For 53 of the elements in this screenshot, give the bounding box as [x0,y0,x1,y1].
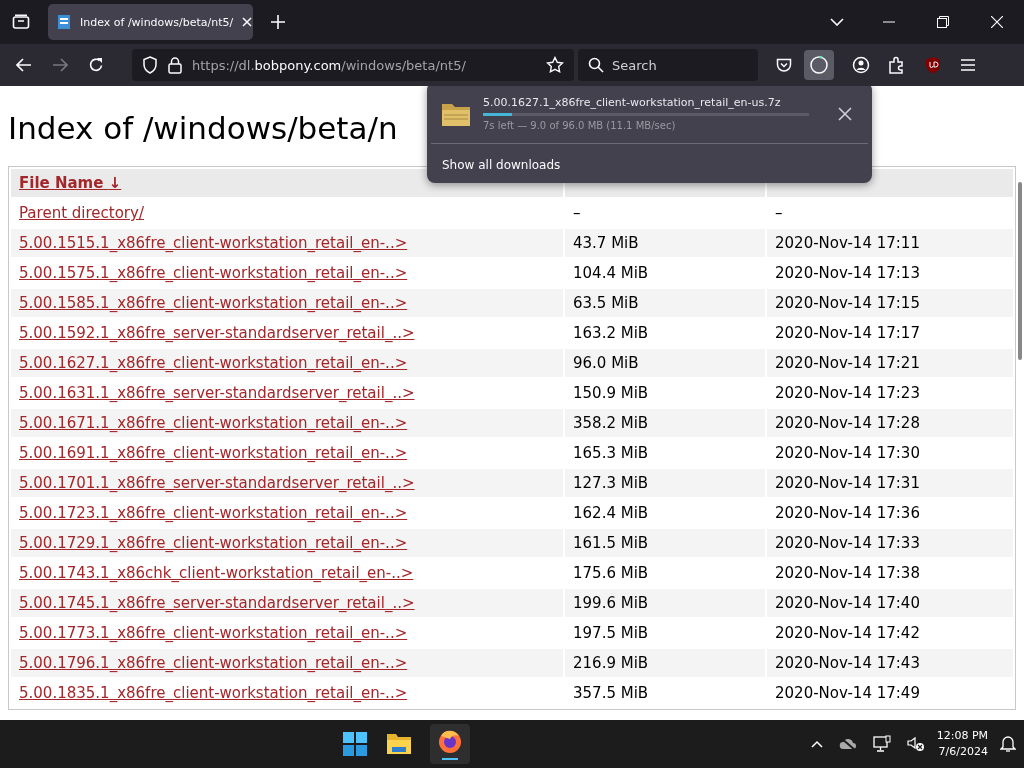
download-file-name: 5.00.1627.1_x86fre_client-workstation_retail_en-us.7z [483,96,782,109]
file-date: 2020-Nov-14 17:28 [775,414,920,432]
file-size: 104.4 MiB [573,264,649,282]
file-date: 2020-Nov-14 17:42 [775,624,920,642]
file-date: 2020-Nov-14 17:15 [775,294,920,312]
url-text: https://dl.bobpony.com/windows/beta/nt5/ [192,57,467,73]
column-header-link[interactable]: File Name ↓ [19,174,122,192]
file-size: 216.9 MiB [573,654,649,672]
address-bar[interactable]: https://dl.bobpony.com/windows/beta/nt5/ [132,49,574,81]
page-heading: Index of /windows/beta/n [8,110,398,146]
file-link[interactable]: 5.00.1592.1_x86fre_server-standardserver_retail_..> [19,324,415,342]
file-size: 161.5 MiB [573,534,649,552]
file-date: 2020-Nov-14 17:40 [775,594,920,612]
file-size: 358.2 MiB [573,414,649,432]
file-date: – [775,204,783,222]
file-size: 165.3 MiB [573,444,649,462]
file-size: 357.5 MiB [573,684,649,702]
file-link[interactable]: 5.00.1691.1_x86fre_client-workstation_retail_en-..> [19,444,408,462]
file-size: – [573,204,581,222]
file-size: 63.5 MiB [573,294,639,312]
browser-tab[interactable]: Index of /windows/beta/nt5/ [48,4,253,40]
file-link[interactable]: 5.00.1743.1_x86chk_client-workstation_retail_en-..> [19,564,414,582]
file-link[interactable]: Parent directory/ [19,204,144,222]
file-date: 2020-Nov-14 17:38 [775,564,920,582]
file-date: 2020-Nov-14 17:49 [775,684,920,702]
file-date: 2020-Nov-14 17:31 [775,474,920,492]
file-date: 2020-Nov-14 17:17 [775,324,920,342]
file-date: 2020-Nov-14 17:13 [775,264,920,282]
file-link[interactable]: 5.00.1835.1_x86fre_client-workstation_retail_en-..> [19,684,408,702]
file-size: 199.6 MiB [573,594,649,612]
file-size: 163.2 MiB [573,324,649,342]
clock[interactable]: 12:08 PM 7/6/2024 [936,728,988,760]
file-date: 2020-Nov-14 17:33 [775,534,920,552]
show-all-downloads-link[interactable]: Show all downloads [442,158,561,172]
file-date: 2020-Nov-14 17:36 [775,504,920,522]
search-field[interactable]: Search [578,49,758,81]
file-link[interactable]: 5.00.1575.1_x86fre_client-workstation_retail_en-..> [19,264,408,282]
file-size: 197.5 MiB [573,624,649,642]
file-date: 2020-Nov-14 17:11 [775,234,920,252]
file-size: 150.9 MiB [573,384,649,402]
file-link[interactable]: 5.00.1723.1_x86fre_client-workstation_retail_en-..> [19,504,408,522]
file-date: 2020-Nov-14 17:43 [775,654,920,672]
file-size: 127.3 MiB [573,474,649,492]
file-link[interactable]: 5.00.1631.1_x86fre_server-standardserver_retail_..> [19,384,415,402]
file-date: 2020-Nov-14 17:30 [775,444,920,462]
file-date: 2020-Nov-14 17:21 [775,354,920,372]
file-size: 96.0 MiB [573,354,639,372]
download-status: 7s left — 9.0 of 96.0 MB (11.1 MB/sec) [483,120,677,131]
file-link[interactable]: 5.00.1773.1_x86fre_client-workstation_retail_en-..> [19,624,408,642]
file-date: 2020-Nov-14 17:23 [775,384,920,402]
file-size: 175.6 MiB [573,564,649,582]
file-size: 162.4 MiB [573,504,649,522]
file-size: 43.7 MiB [573,234,639,252]
